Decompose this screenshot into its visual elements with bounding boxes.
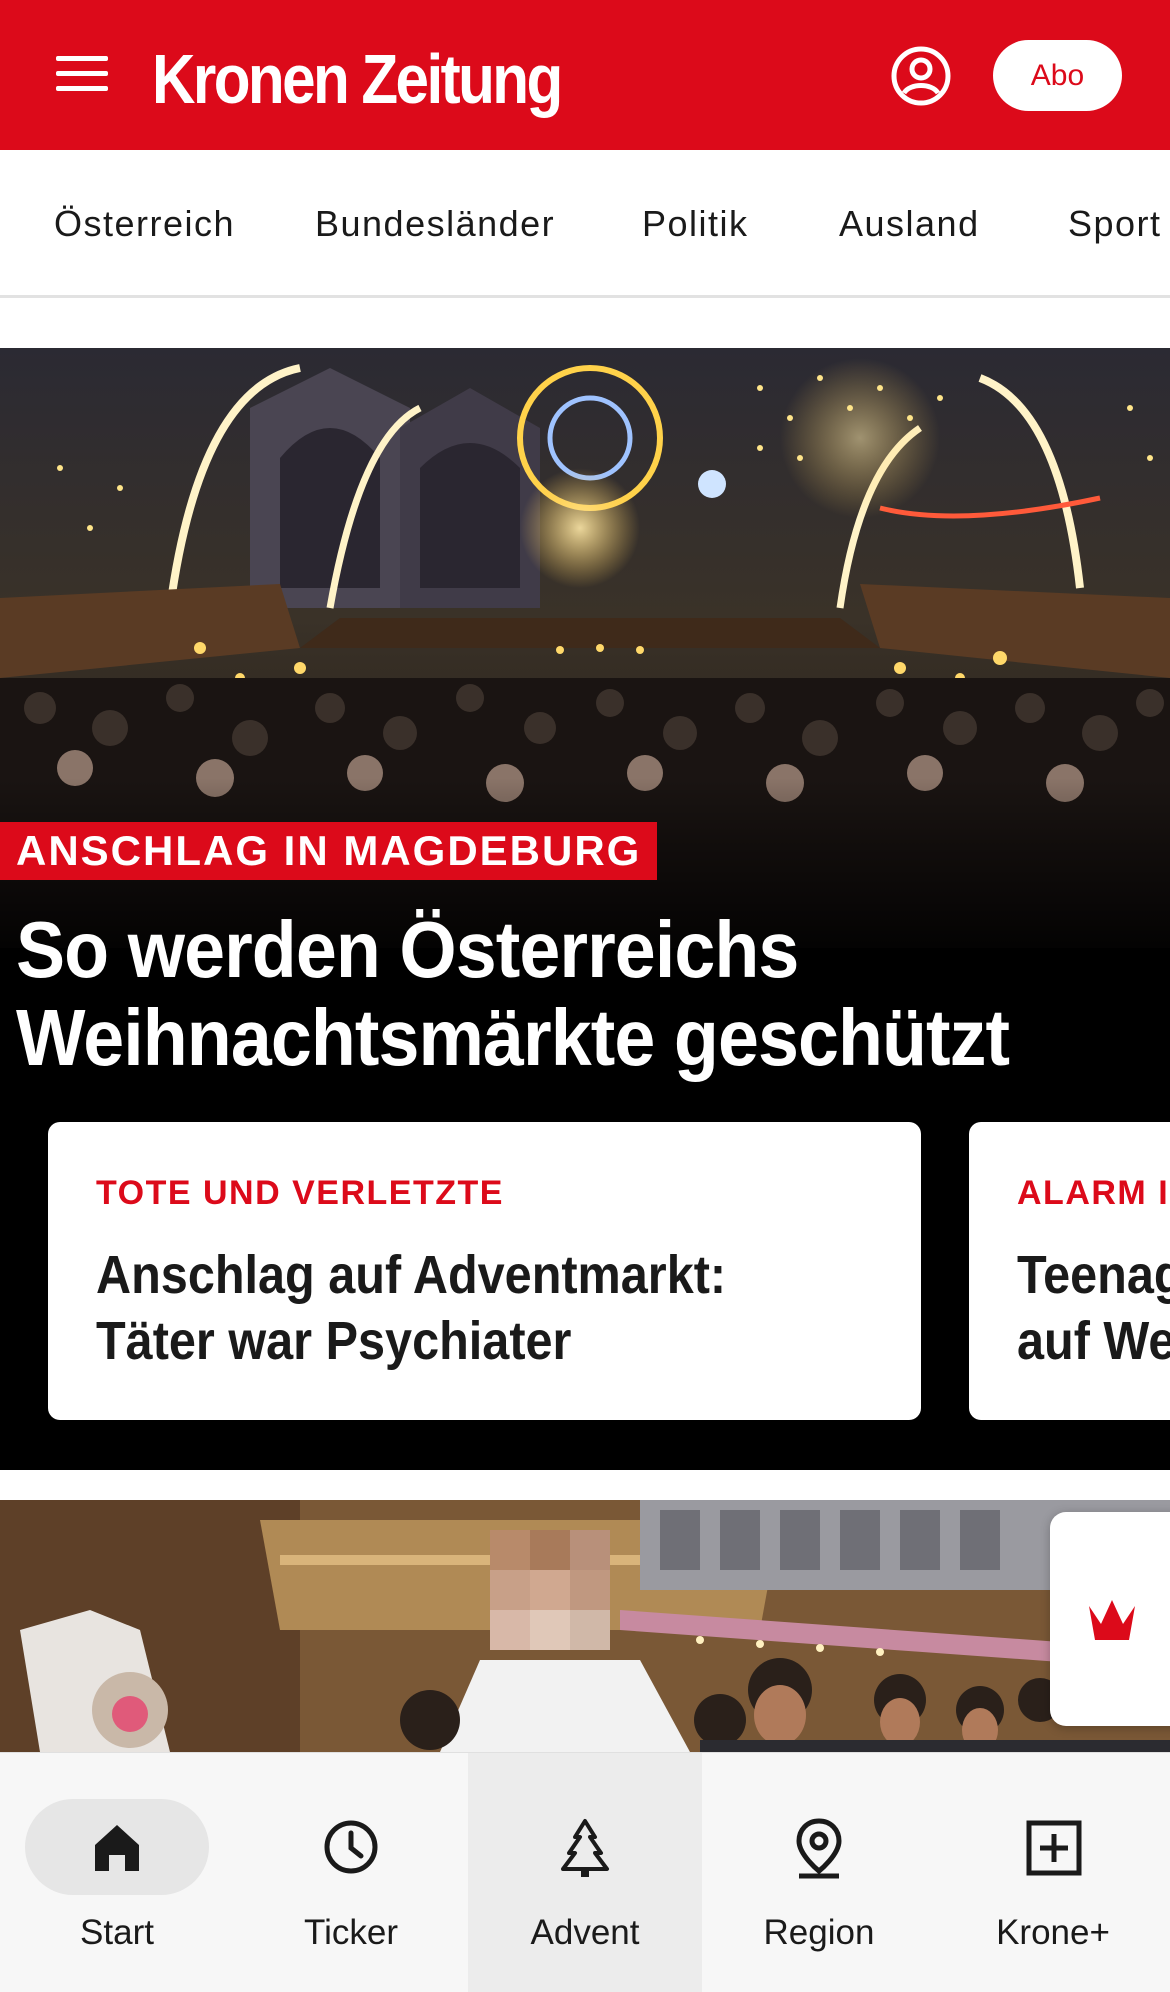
krone-plus-badge[interactable] — [1050, 1512, 1170, 1726]
card-kicker: TOTE UND VERLETZTE — [96, 1174, 504, 1212]
nav-label: Ticker — [304, 1913, 398, 1952]
tree-icon — [561, 1819, 609, 1877]
top-app-bar: Kronen Zeitung Abo — [0, 0, 1170, 150]
card-title-line: auf We — [1017, 1311, 1170, 1371]
nav-label: Start — [80, 1913, 154, 1952]
plus-box-icon — [1026, 1820, 1082, 1876]
category-ausland[interactable]: Ausland — [839, 150, 980, 295]
card-title-line: Täter war Psychiater — [96, 1311, 572, 1371]
nav-label: Krone+ — [996, 1913, 1110, 1952]
category-oesterreich[interactable]: Österreich — [54, 150, 235, 295]
hamburger-menu-icon[interactable] — [50, 52, 112, 98]
bottom-navigation: Start Ticker Advent Region Krone+ — [0, 1752, 1170, 1992]
card-title-line: Anschlag auf Adventmarkt: — [96, 1245, 727, 1305]
home-icon — [95, 1825, 139, 1871]
location-pin-icon — [796, 1818, 842, 1879]
hero-kicker[interactable]: ANSCHLAG IN MAGDEBURG — [0, 822, 658, 880]
nav-krone-plus[interactable]: Krone+ — [936, 1753, 1170, 1992]
nav-label: Advent — [530, 1913, 640, 1952]
abo-button[interactable]: Abo — [993, 40, 1122, 111]
nav-start[interactable]: Start — [0, 1753, 234, 1992]
nav-region[interactable]: Region — [702, 1753, 936, 1992]
nav-advent[interactable]: Advent — [468, 1753, 702, 1992]
card-title-line: Teenag — [1017, 1245, 1170, 1305]
kronen-zeitung-logo[interactable]: Kronen Zeitung — [152, 36, 563, 122]
category-politik[interactable]: Politik — [642, 150, 749, 295]
article-image[interactable] — [0, 1500, 1170, 1752]
category-nav: Österreich Bundesländer Politik Ausland … — [0, 150, 1170, 298]
card-kicker: ALARM I — [1017, 1174, 1170, 1212]
hero-headline[interactable]: So werden Österreichs Weihnachtsmärkte g… — [16, 906, 1065, 1082]
category-bundeslaender[interactable]: Bundesländer — [315, 150, 555, 295]
category-sport[interactable]: Sport — [1068, 150, 1162, 295]
nav-ticker[interactable]: Ticker — [234, 1753, 468, 1992]
card-title: Teenag auf We — [1017, 1242, 1170, 1374]
crown-icon — [1089, 1600, 1135, 1640]
hero-teaser: ANSCHLAG IN MAGDEBURG So werden Österrei… — [0, 348, 1170, 1470]
card-title: Anschlag auf Adventmarkt: Täter war Psyc… — [96, 1242, 834, 1374]
clock-icon — [324, 1820, 378, 1874]
teaser-card[interactable]: TOTE UND VERLETZTE Anschlag auf Adventma… — [48, 1122, 921, 1420]
account-icon[interactable] — [890, 45, 952, 107]
teaser-card[interactable]: ALARM I Teenag auf We — [969, 1122, 1170, 1420]
nav-label: Region — [763, 1913, 875, 1952]
